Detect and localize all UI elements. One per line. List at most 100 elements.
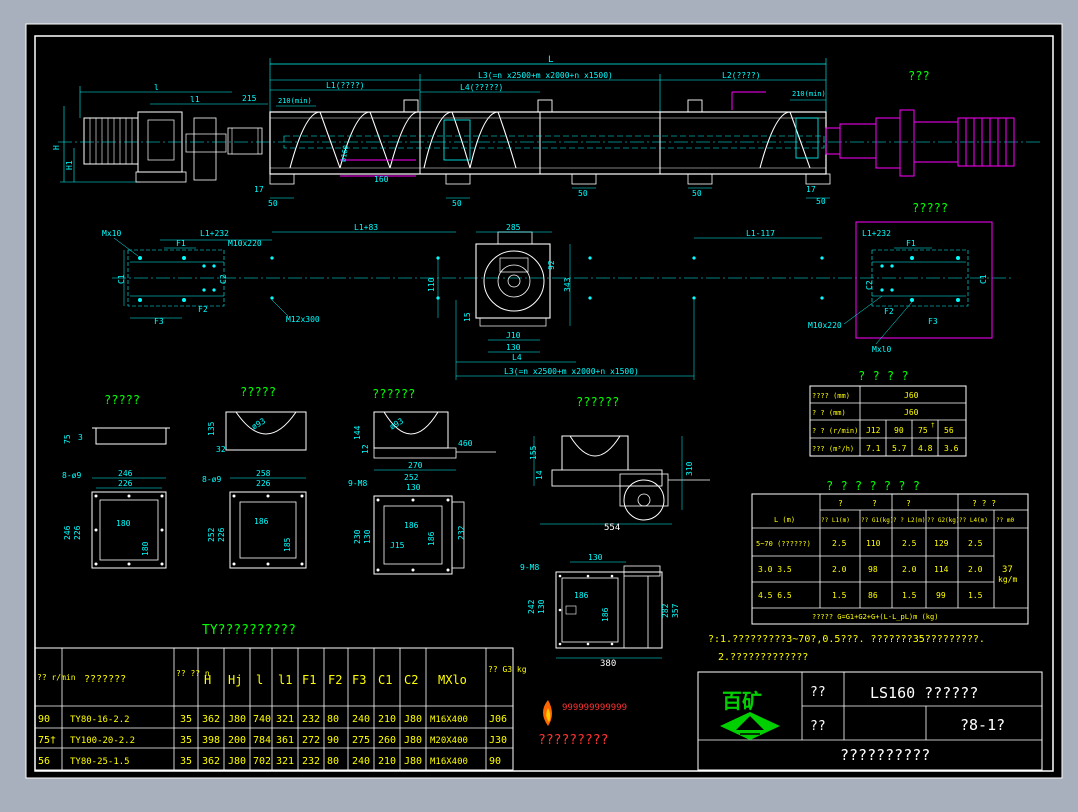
d4-dim-155: 155 [529,445,538,460]
mt-h-H: H [204,673,211,687]
wt-col-G1: ?? G1(kg) [861,517,894,524]
motor-cell-r2-c12: J80 [404,735,422,746]
dim-50c: 50 [578,189,588,198]
d3-w2: 130 [406,483,421,492]
d4-dim-310: 310 [685,461,694,476]
d3-in: 186 [404,521,419,530]
spec-row1-label: ???? (mm) [812,392,850,400]
dim-50a: 50 [268,199,278,208]
motor-cell-r2-c13: M20X400 [430,736,468,746]
motor-cell-r1-c14: J06 [489,714,507,725]
motor-cell-r1-c12: J80 [404,714,422,725]
d5-dim-357: 357 [671,603,680,618]
spec-row4-v2: 5.7 [892,444,907,453]
motor-cell-r3-c7: 321 [276,756,294,767]
motor-cell-r1-c7: 321 [276,714,294,725]
motor-cell-r3-c8: 232 [302,756,320,767]
motor-cell-r1-c10: 240 [352,714,370,725]
dim-J10: J10 [506,331,521,340]
f1-right: F1 [906,239,916,248]
note-line-2: 2.????????????? [718,652,808,663]
spec-row3-v3: 75 [918,426,928,435]
wt-group-2: ? [872,499,877,508]
c2-right: C2 [865,280,874,290]
motor-cell-r1-c11: 210 [378,714,396,725]
l1-117: L1-117 [746,229,775,238]
motor-cell-r3-c4: 362 [202,756,220,767]
wt-group-1: ? [838,499,843,508]
company-mark-text: 999999999999 [562,703,627,713]
dim-L3-plan: L3(=n x2500+m x2000+n x1500) [504,367,639,376]
d2-w2: 226 [256,479,271,488]
motor-cell-r2-c11: 260 [378,735,396,746]
d5-dim-380: 380 [600,659,616,669]
spec-row3-label: ? ? (r/min) [812,427,858,435]
dim-L4-plan: L4 [512,353,522,362]
wt-r1-v2: 110 [866,539,881,548]
d3-side: 232 [457,525,466,540]
d1-h1: 246 [63,525,72,540]
d3-h1: 230 [353,529,362,544]
motor-cell-r1-c1: 90 [38,714,50,725]
f3-left: F3 [154,317,164,326]
spec-row1-value: J60 [904,391,919,400]
dim-110: 110 [427,277,436,292]
mt-h-mxlo: MXlo [438,673,467,687]
d3-dim-144: 144 [353,425,362,440]
motor-cell-r2-c7: 361 [276,735,294,746]
d3-dim-460: 460 [458,439,473,448]
d1-in-w: 180 [116,519,131,528]
wt-r3-v2: 86 [868,591,878,600]
mt-h-F1: F1 [302,673,316,687]
wt-r2-l: 3.0 3.5 [758,565,792,574]
d5-bolt: 9-M8 [520,563,539,572]
motor-cell-r1-c4: 362 [202,714,220,725]
spec-table-title: ? ? ? ? [858,369,909,383]
motor-cell-r2-c10: 275 [352,735,370,746]
spec-row4-label: ??? (m³/h) [812,445,854,453]
motor-cell-r1-c13: M16X400 [430,715,468,725]
dim-H1: H1 [65,160,74,170]
dim-343: 343 [563,277,572,292]
motor-cell-r3-c12: J80 [404,756,422,767]
title-bottom: ?????????? [840,746,930,764]
motor-cell-r1-c3: 35 [180,714,192,725]
mx10-label: Mx10 [102,229,121,238]
logo-text: 百矿 [722,689,762,713]
mt-h-C2: C2 [404,673,418,687]
motor-cell-r3-c2: TY80-25-1.5 [70,757,130,767]
wt-r2-v4: 114 [934,565,949,574]
dim-l1: l1 [190,95,200,104]
dim-210-left: 210(min) [278,97,312,105]
d1-bolt: 8-ø9 [62,471,81,480]
spec-row3-sup: † [931,422,935,429]
f2-left: F2 [198,305,208,314]
motor-cell-r3-c11: 210 [378,756,396,767]
dim-92: 92 [547,260,556,270]
m12x300: M12x300 [286,315,320,324]
d2-bolt: 8-ø9 [202,475,221,484]
dim-15: 15 [463,312,472,322]
f3-right: F3 [928,317,938,326]
wt-r3-v5: 1.5 [968,591,983,600]
d2-in-w: 186 [254,517,269,526]
wt-col-G2: ?? G2(kg) [927,517,960,524]
motor-cell-r2-c14: J30 [489,735,507,746]
dim-l: l [154,83,159,92]
motor-cell-r2-c9: 90 [327,735,339,746]
dim-L3: L3(=n x2500+m x2000+n x1500) [478,71,613,80]
motor-cell-r3-c13: M16X400 [430,757,468,767]
detail-3-title: ?????? [372,387,415,401]
spec-row4-v4: 3.6 [944,444,959,453]
motor-cell-r1-c5: J80 [228,714,246,725]
wt-unit-value: 37 [1002,565,1013,575]
cad-drawing: L L3(=n x2500+m x2000+n x1500) L2(????) … [25,23,1063,779]
wt-formula: ????? G=G1+G2+G+(L-L_pL)m (kg) [812,613,938,621]
dim-215: 215 [242,94,257,103]
wt-col-L4: ?? L4(m) [959,517,988,524]
motor-cell-r3-c6: 702 [253,756,271,767]
mt-h-F2: F2 [328,673,342,687]
d5-dim-186a: 186 [574,591,589,600]
wt-col-L1: ?? L1(m) [821,517,850,524]
dim-130: 130 [506,343,521,352]
